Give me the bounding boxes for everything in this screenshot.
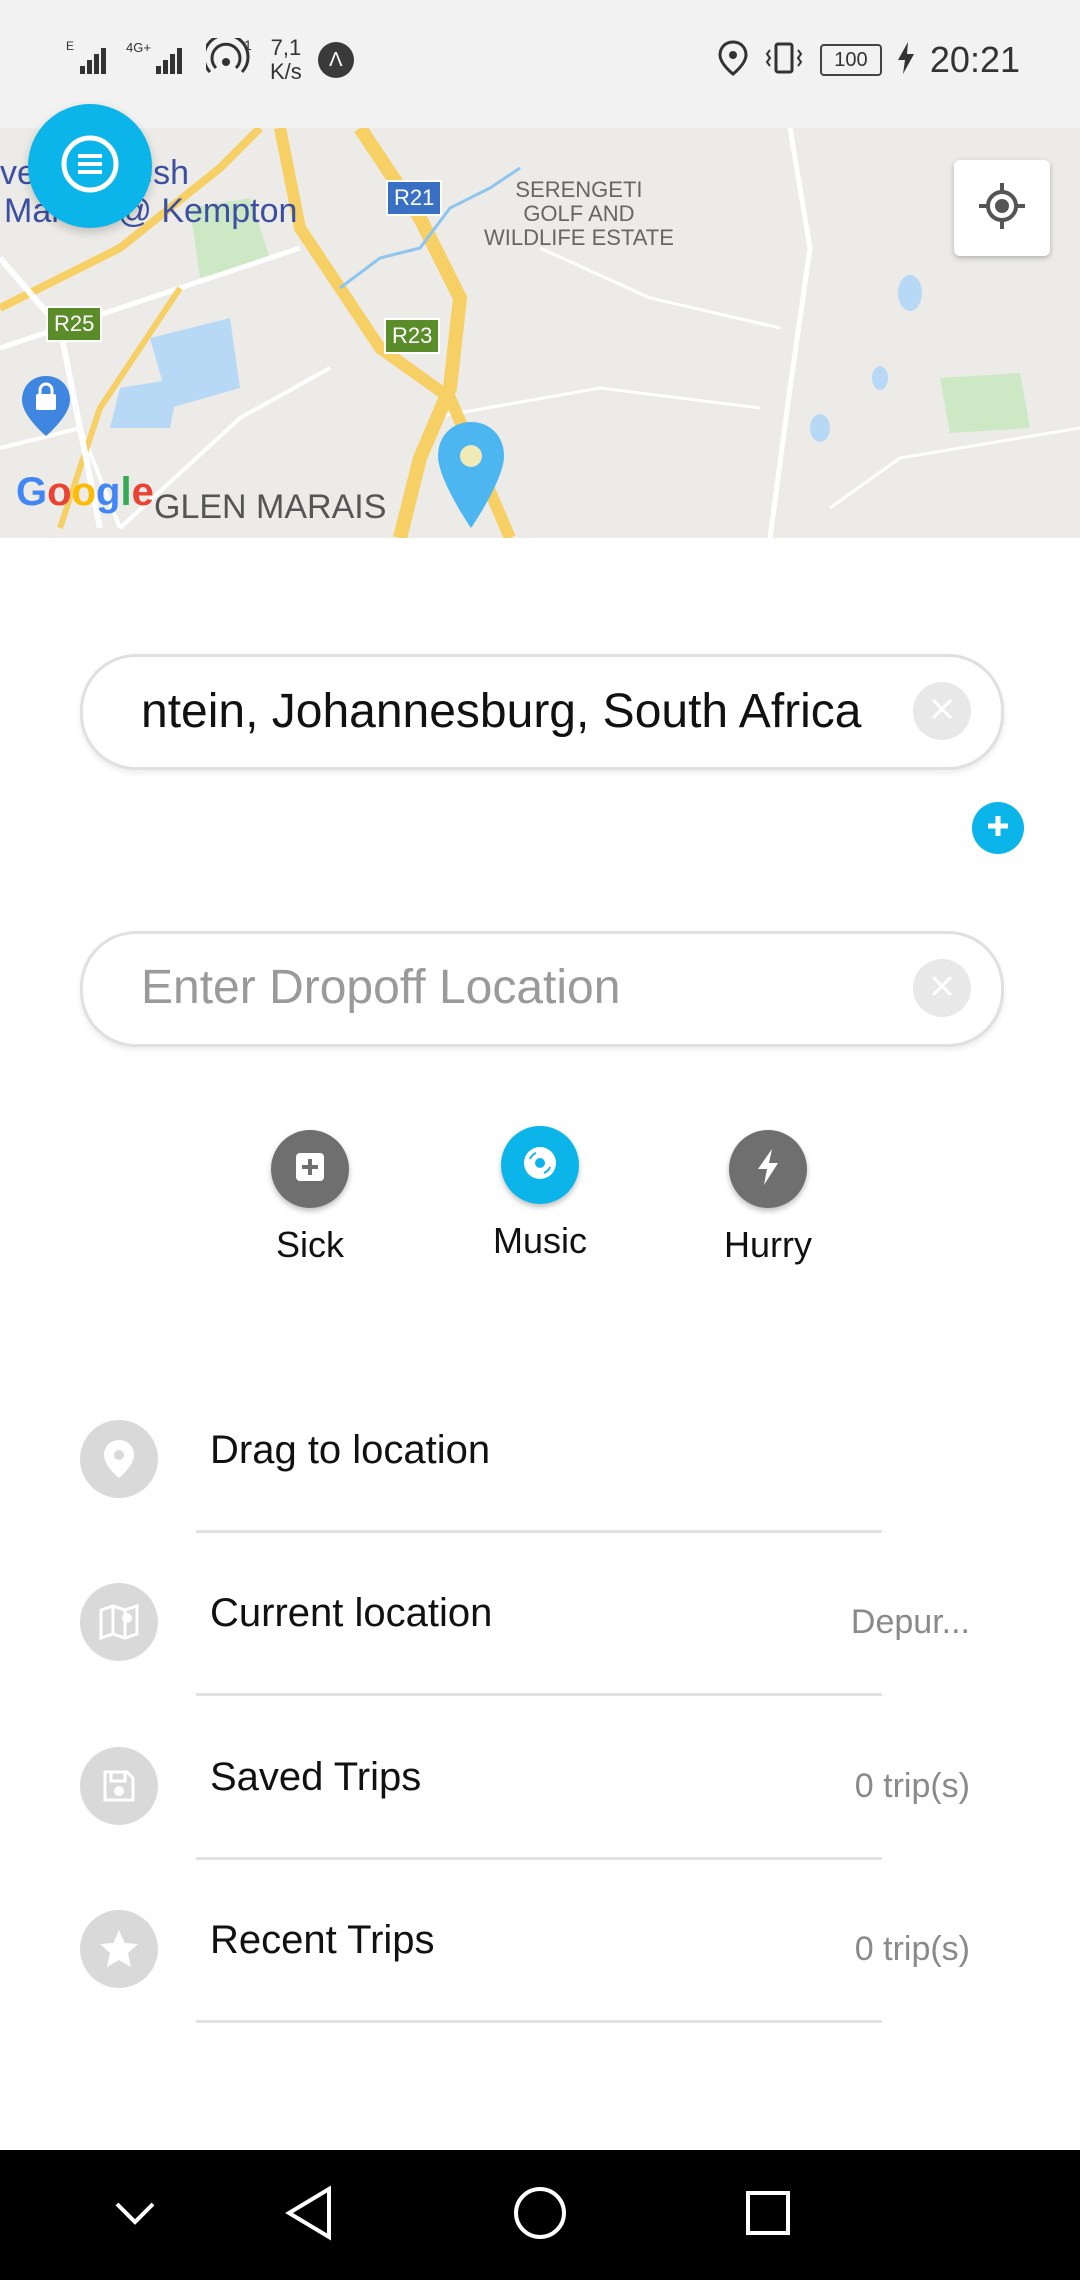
- status-bar: E 4G+ 1 7,1 K/s Λ 100 20:21: [0, 0, 1080, 128]
- list-item-title: Recent Trips: [210, 1918, 435, 1962]
- hotspot-icon: 1: [202, 32, 254, 83]
- crosshair-icon: [977, 181, 1027, 236]
- pickup-field[interactable]: ntein, Johannesburg, South Africa: [80, 654, 1004, 770]
- divider: [196, 1530, 882, 1533]
- list-item-title: Current location: [210, 1591, 493, 1635]
- pref-music-circle[interactable]: [501, 1126, 579, 1204]
- divider: [196, 2020, 882, 2023]
- my-location-button[interactable]: [954, 160, 1050, 256]
- divider: [196, 1693, 882, 1696]
- list-item-title: Drag to location: [210, 1428, 491, 1472]
- signal-1-text: E: [66, 39, 74, 53]
- add-stop-button[interactable]: [972, 802, 1024, 854]
- pref-sick-label: Sick: [275, 1224, 344, 1265]
- pickup-value[interactable]: ntein, Johannesburg, South Africa: [141, 657, 891, 767]
- status-right: 100 20:21: [718, 20, 1020, 100]
- menu-icon: [58, 132, 122, 201]
- list-item-current-location[interactable]: Current location Depur...: [80, 1583, 980, 1703]
- close-icon: [929, 696, 955, 727]
- vibrate-icon: [764, 40, 804, 81]
- chevron-down-icon: [113, 2198, 157, 2233]
- list-item-title: Saved Trips: [210, 1755, 422, 1799]
- signal-icon: E: [66, 38, 110, 83]
- map-icon: [80, 1583, 158, 1661]
- dropoff-input[interactable]: [139, 934, 891, 1040]
- list-item-drag-to-location[interactable]: Drag to location: [80, 1420, 980, 1540]
- nav-back-button[interactable]: [272, 2178, 346, 2252]
- pref-sick-circle[interactable]: [271, 1130, 349, 1208]
- back-triangle-icon: [283, 2184, 335, 2246]
- network-speed: 7,1 K/s: [270, 36, 302, 84]
- road-badge-r23: R23: [384, 318, 441, 354]
- charging-icon: [897, 41, 914, 79]
- road-badge-r25: R25: [46, 306, 103, 342]
- map-label-glen-marais: GLEN MARAIS: [154, 488, 387, 526]
- plus-icon: [985, 813, 1011, 844]
- recents-square-icon: [744, 2189, 792, 2242]
- star-icon: [80, 1910, 158, 1988]
- map-view[interactable]: ve the Fresh Market @ Kempton SERENGETI …: [0, 128, 1080, 538]
- list-item-meta: 0 trip(s): [854, 1767, 970, 1805]
- map-label-serengeti: SERENGETI GOLF AND WILDLIFE ESTATE: [484, 177, 674, 250]
- hotspot-count: 1: [244, 38, 252, 53]
- list-item-recent-trips[interactable]: Recent Trips 0 trip(s): [80, 1910, 980, 2030]
- clear-dropoff-button[interactable]: [913, 959, 971, 1017]
- location-icon: [718, 39, 748, 81]
- nav-recents-button[interactable]: [731, 2178, 805, 2252]
- pin-icon: [80, 1420, 158, 1498]
- menu-button[interactable]: [28, 104, 152, 228]
- pref-hurry-circle[interactable]: [729, 1130, 807, 1208]
- divider: [196, 1857, 882, 1860]
- road-badge-r21: R21: [386, 180, 443, 216]
- disc-icon: [520, 1143, 560, 1188]
- booking-sheet: [0, 538, 1080, 2150]
- clock: 20:21: [929, 39, 1020, 80]
- pref-sick[interactable]: Sick: [210, 1130, 410, 1266]
- google-logo: Google: [16, 470, 154, 514]
- battery-icon: 100: [819, 44, 882, 76]
- nav-home-button[interactable]: [503, 2178, 577, 2252]
- status-left: E 4G+ 1 7,1 K/s Λ: [66, 20, 354, 100]
- clear-pickup-button[interactable]: [913, 682, 971, 740]
- close-icon: [929, 973, 955, 1004]
- plus-box-icon: [292, 1149, 328, 1190]
- pref-music[interactable]: Music: [440, 1126, 640, 1262]
- signal-2-text: 4G+: [126, 40, 151, 55]
- pref-hurry[interactable]: Hurry: [668, 1130, 868, 1266]
- save-icon: [80, 1747, 158, 1825]
- pref-music-label: Music: [492, 1220, 587, 1261]
- navigation-bar: [0, 2150, 1080, 2280]
- app-notification-icon: Λ: [317, 42, 354, 78]
- home-circle-icon: [512, 2185, 568, 2246]
- speed-unit: K/s: [270, 59, 302, 84]
- dropoff-field[interactable]: [80, 931, 1004, 1047]
- list-item-meta: 0 trip(s): [854, 1930, 970, 1968]
- lightning-icon: [754, 1147, 782, 1192]
- pref-hurry-label: Hurry: [724, 1224, 812, 1265]
- signal-4g-icon: 4G+: [126, 38, 190, 83]
- list-item-meta: Depur...: [850, 1603, 970, 1641]
- speed-value: 7,1: [270, 35, 302, 60]
- nav-collapse-button[interactable]: [98, 2178, 172, 2252]
- list-item-saved-trips[interactable]: Saved Trips 0 trip(s): [80, 1747, 980, 1867]
